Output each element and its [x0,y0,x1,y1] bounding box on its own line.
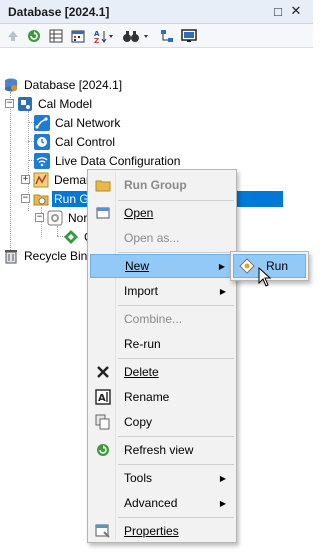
wifi-icon [34,152,50,169]
menu-item-rename[interactable]: A Rename [90,385,234,409]
menu-item-import[interactable]: Import ▶ [90,279,234,303]
menu-label-properties: Properties [124,524,179,538]
menu-label-advanced: Advanced [124,496,178,510]
network-icon [34,114,50,131]
menu-separator [118,517,234,518]
menu-item-advanced[interactable]: Advanced ▶ [90,491,234,515]
menu-label-new: New [125,259,150,273]
demand-diagram-icon [33,172,49,188]
expand-toggle[interactable]: + [21,175,30,184]
tree-node-recycle-bin[interactable]: Recycle Bin [3,246,89,265]
menu-item-combine[interactable]: Combine... [90,307,234,331]
tree-node-demand[interactable]: + Deman [21,170,95,189]
svg-text:Z: Z [94,37,99,44]
svg-text:A: A [98,393,106,404]
run-group-folder-icon [33,191,49,207]
menu-item-copy[interactable]: Copy [90,410,234,434]
collapse-toggle[interactable]: − [5,99,14,108]
panel-titlebar: Database [2024.1] □ ✕ [0,0,313,24]
menu-label-rerun: Re-run [124,337,161,351]
menu-label-open-as: Open as... [124,231,180,245]
delete-x-icon [94,363,112,381]
menu-header-run-group: Run Group [90,173,234,197]
menu-item-open-as[interactable]: Open as... [90,226,234,250]
binoculars-search-icon[interactable] [120,27,152,45]
menu-item-delete[interactable]: Delete [90,360,234,384]
tree-node-cal-network[interactable]: Cal Network [34,113,122,132]
calendar-icon[interactable] [69,27,87,45]
mouse-cursor-icon [258,267,272,287]
submenu-arrow-icon: ▶ [219,286,226,296]
model-icon [17,96,33,112]
menu-label-combine: Combine... [124,312,183,326]
tree-label-run: Nor [68,210,88,225]
up-arrow-icon[interactable] [4,27,22,45]
menu-item-open[interactable]: Open [90,201,234,225]
tree-node-cal-model[interactable]: − Cal Model [5,94,94,113]
tree-node-database[interactable]: Database [2024.1] [3,75,124,94]
simulation-diamond-icon [63,229,79,245]
menu-separator [118,305,234,306]
tree-label-cal-network: Cal Network [55,115,121,130]
tree-label-recycle-bin: Recycle Bin [24,248,88,263]
refresh-icon[interactable] [25,27,43,45]
properties-grid-icon[interactable] [47,27,65,45]
hierarchy-icon[interactable] [158,27,176,45]
toolbar: AZ [0,24,313,48]
submenu-arrow-icon: ▶ [219,473,226,483]
menu-header-label: Run Group [124,178,187,192]
open-window-icon [94,204,112,222]
recycle-bin-icon [3,248,19,264]
tree-label-cal-model: Cal Model [38,96,93,111]
run-icon [47,210,63,226]
menu-label-import: Import [124,284,159,298]
menu-label-tools: Tools [124,471,153,485]
context-menu: Run Group Open Open as... New ▶ Import ▶… [87,169,237,543]
menu-label-refresh-view: Refresh view [124,443,194,457]
rename-icon: A [94,388,112,406]
pin-button[interactable]: □ [270,3,286,19]
menu-label-rename: Rename [124,390,170,404]
menu-label-copy: Copy [124,415,153,429]
menu-item-properties[interactable]: Properties [90,519,234,543]
database-icon [3,77,19,93]
refresh-icon [94,441,112,459]
copy-icon [94,413,112,431]
menu-item-tools[interactable]: Tools ▶ [90,466,234,490]
panel-title: Database [2024.1] [8,5,110,19]
clock-control-icon [34,133,50,150]
tree-node-run[interactable]: − Nor [35,208,89,227]
tree-node-live-data[interactable]: Live Data Configuration [34,151,182,170]
tree-label-cal-control: Cal Control [55,134,116,149]
menu-separator [118,464,234,465]
menu-item-rerun[interactable]: Re-run [90,332,234,356]
monitor-icon[interactable] [180,27,198,45]
submenu-arrow-icon: ▶ [219,498,226,508]
tree-connector [10,92,11,252]
menu-item-refresh-view[interactable]: Refresh view [90,438,234,462]
collapse-toggle[interactable]: − [21,194,30,203]
menu-label-open: Open [124,206,154,220]
properties-icon [94,522,112,540]
tree-label-live-data: Live Data Configuration [55,153,181,168]
tree-node-cal-control[interactable]: Cal Control [34,132,117,151]
submenu-arrow-icon: ▶ [218,261,225,271]
sort-az-icon[interactable]: AZ [92,27,116,45]
menu-separator [118,252,234,253]
menu-label-delete: Delete [124,365,159,379]
tree-label-database: Database [2024.1] [24,77,123,92]
menu-item-new[interactable]: New ▶ [90,254,234,278]
close-button[interactable]: ✕ [288,3,304,19]
tree-connector [57,226,58,236]
collapse-toggle[interactable]: − [35,213,44,222]
menu-separator [118,358,234,359]
run-target-icon [238,257,256,275]
folder-icon [94,176,112,194]
menu-separator [118,436,234,437]
